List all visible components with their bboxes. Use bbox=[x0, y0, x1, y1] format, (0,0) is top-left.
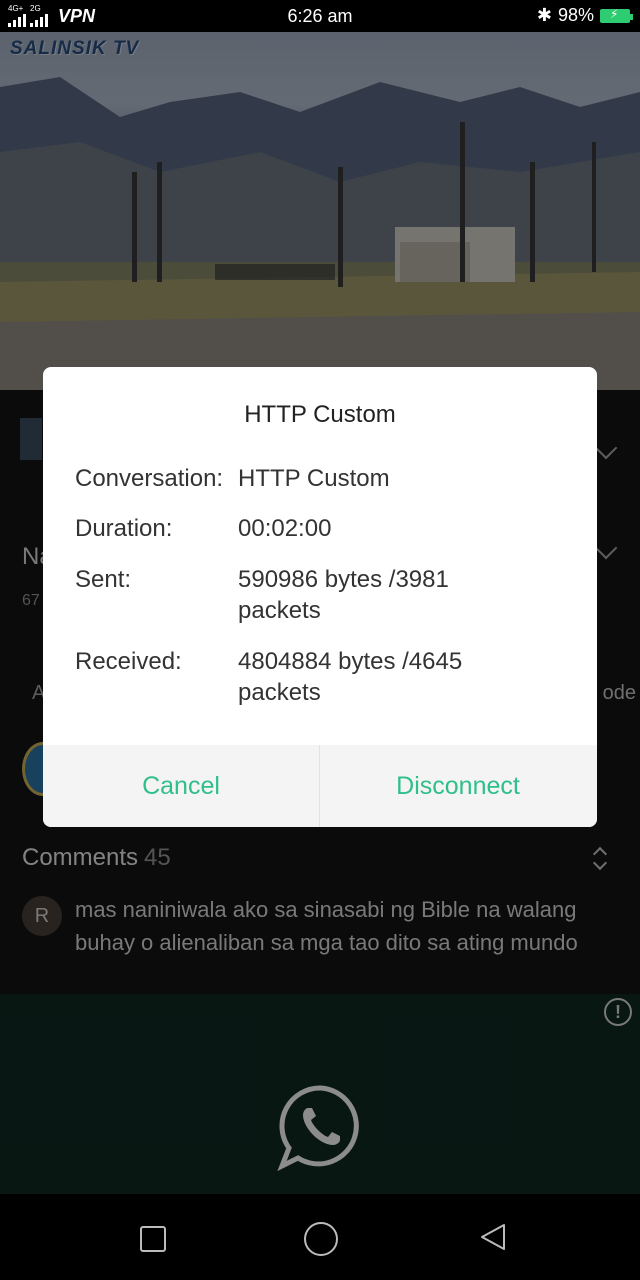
dialog-title: HTTP Custom bbox=[244, 401, 396, 428]
battery-icon: ⚡ bbox=[600, 7, 633, 23]
duration-value: 00:02:00 bbox=[238, 515, 332, 542]
home-button[interactable] bbox=[304, 1222, 338, 1256]
recent-apps-button[interactable] bbox=[140, 1226, 166, 1252]
battery-percentage: 98% bbox=[557, 5, 594, 25]
duration-row: Duration: 00:02:00 bbox=[75, 513, 538, 544]
dialog-button-bar: Cancel Disconnect bbox=[43, 745, 597, 827]
cancel-button[interactable]: Cancel bbox=[43, 745, 319, 827]
back-button[interactable] bbox=[478, 1222, 508, 1252]
conversation-value: HTTP Custom bbox=[238, 465, 390, 492]
bluetooth-icon: ✱ bbox=[536, 5, 552, 25]
sent-label: Sent: bbox=[75, 566, 132, 593]
conversation-label: Conversation: bbox=[75, 465, 224, 492]
connection-info-dialog: HTTP Custom Conversation: HTTP Custom Dur… bbox=[43, 367, 597, 827]
disconnect-button[interactable]: Disconnect bbox=[320, 745, 596, 827]
sent-row: Sent: 590986 bytes /3981 packets bbox=[75, 564, 538, 626]
received-row: Received: 4804884 bytes /4645 packets bbox=[75, 646, 538, 708]
system-navigation-bar bbox=[0, 1194, 640, 1280]
received-value: 4804884 bytes /4645 packets bbox=[238, 648, 463, 706]
sent-value: 590986 bytes /3981 packets bbox=[238, 566, 449, 624]
conversation-row: Conversation: HTTP Custom bbox=[75, 463, 538, 494]
status-bar: 4G+ 2G VPN 6:26 am ✱ 98% ⚡ bbox=[0, 0, 640, 32]
duration-label: Duration: bbox=[75, 515, 173, 542]
received-label: Received: bbox=[75, 648, 182, 675]
